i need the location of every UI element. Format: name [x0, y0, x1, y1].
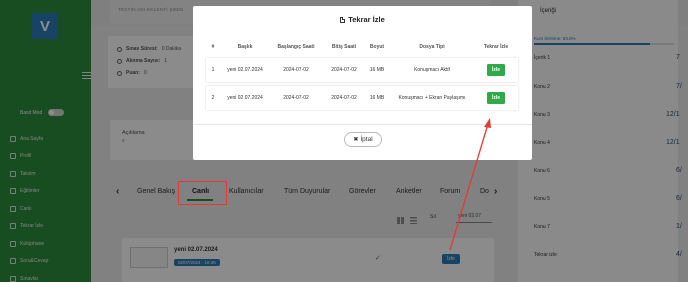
annotation-arrow-line	[449, 123, 489, 251]
annotation-arrow-head	[484, 118, 491, 128]
annotation-arrow	[449, 118, 491, 251]
